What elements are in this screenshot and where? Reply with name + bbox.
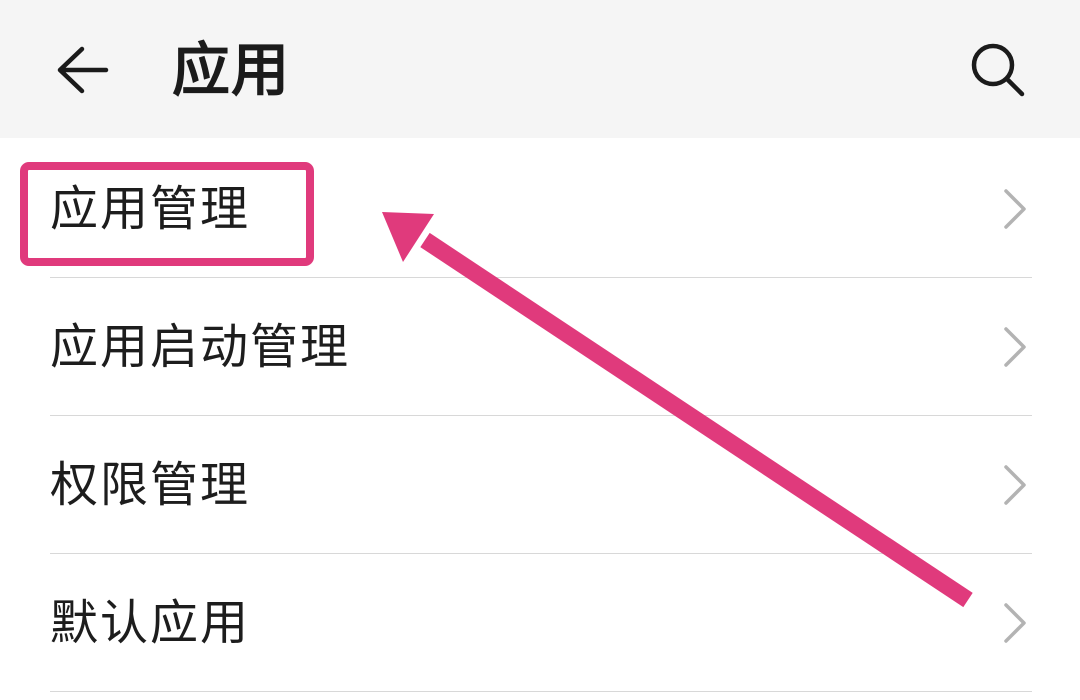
settings-list: 应用管理 应用启动管理 权限管理 默认应用 [0, 140, 1080, 692]
search-icon [971, 43, 1025, 97]
chevron-right-icon [1004, 465, 1026, 505]
list-item-label: 应用启动管理 [50, 319, 351, 375]
page-title: 应用 [172, 36, 291, 104]
list-item-permission-management[interactable]: 权限管理 [0, 416, 1080, 554]
back-button[interactable] [40, 32, 124, 108]
chevron-right-icon [1004, 189, 1026, 229]
divider [50, 691, 1032, 692]
list-item-app-management[interactable]: 应用管理 [0, 140, 1080, 278]
list-item-app-launch-management[interactable]: 应用启动管理 [0, 278, 1080, 416]
list-item-label: 应用管理 [50, 181, 251, 237]
arrow-left-icon [57, 46, 109, 94]
chevron-right-icon [1004, 327, 1026, 367]
chevron-right-icon [1004, 603, 1026, 643]
list-item-label: 默认应用 [50, 595, 251, 651]
search-button[interactable] [958, 30, 1038, 110]
list-item-default-apps[interactable]: 默认应用 [0, 554, 1080, 692]
app-bar: 应用 [0, 0, 1080, 138]
list-item-label: 权限管理 [50, 457, 251, 513]
